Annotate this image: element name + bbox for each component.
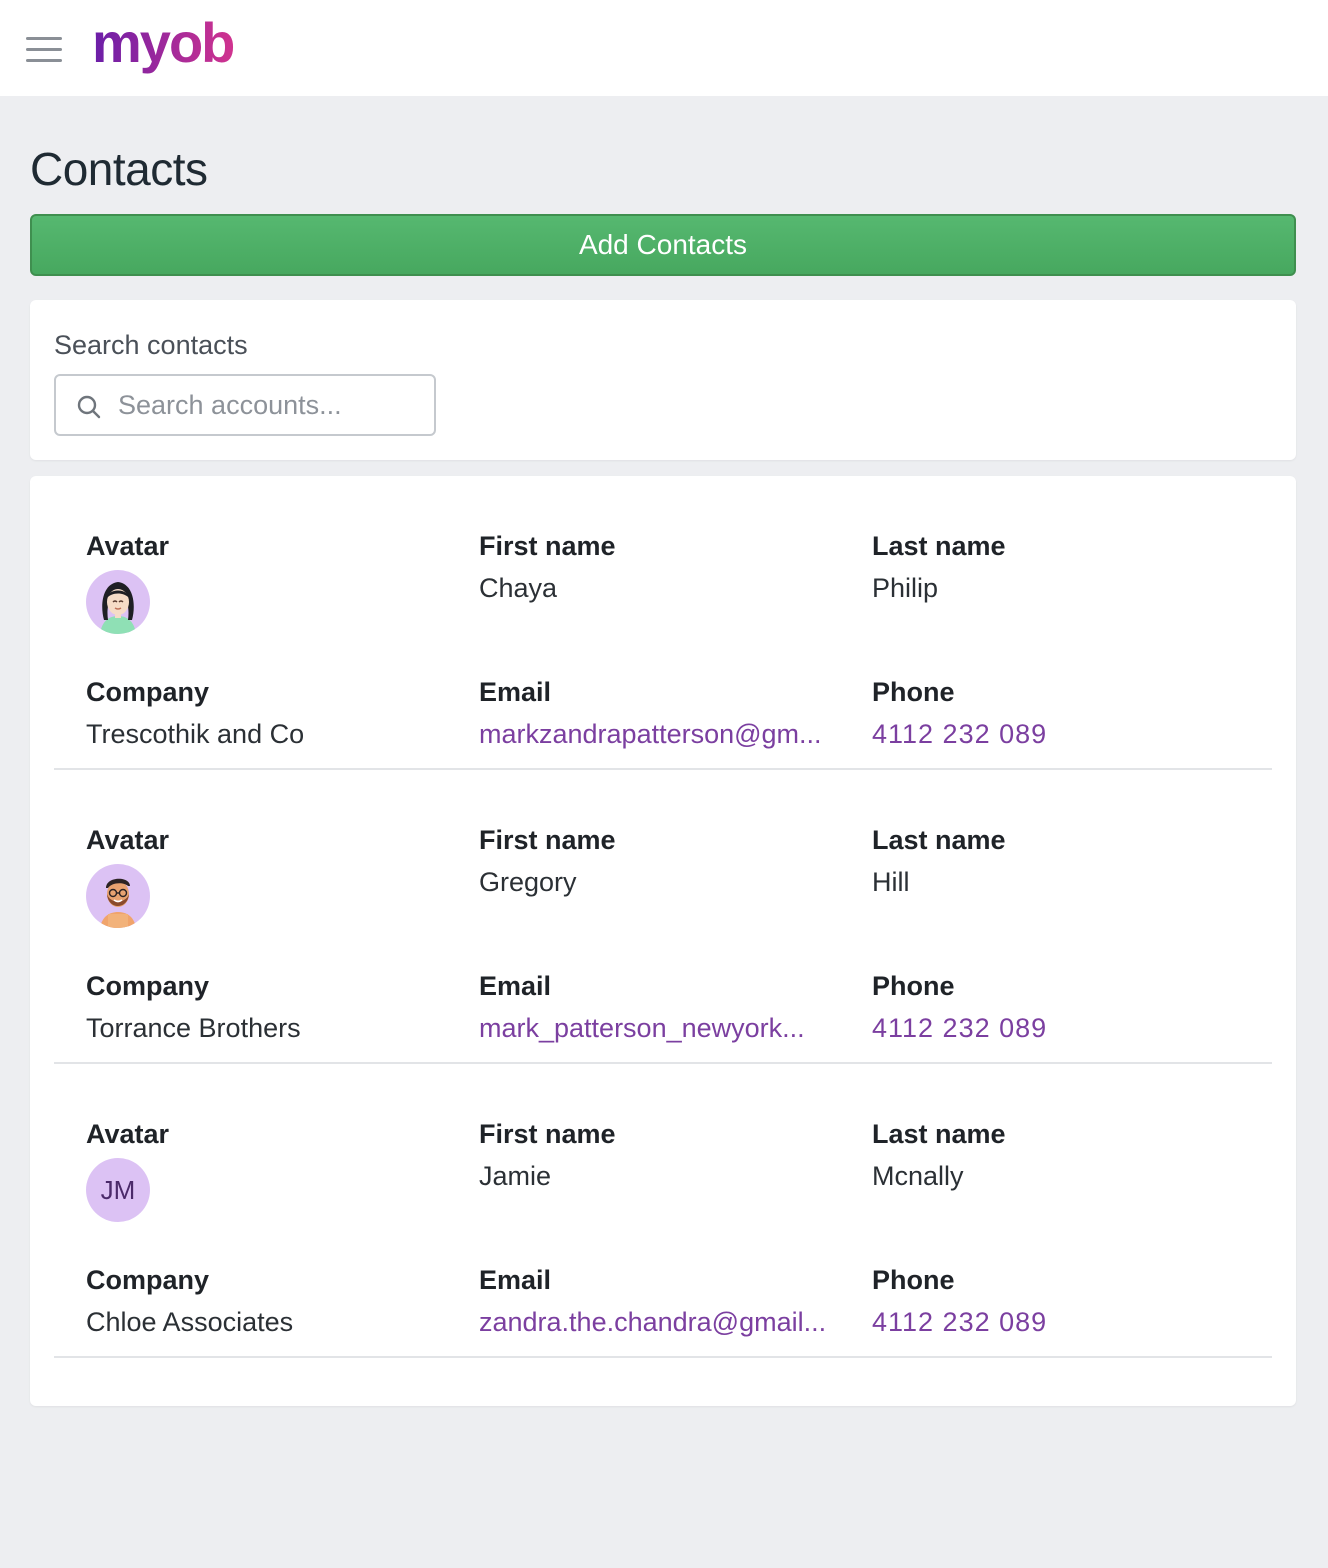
company-value: Chloe Associates bbox=[86, 1307, 294, 1337]
hamburger-menu-icon[interactable] bbox=[26, 37, 62, 63]
last-name-value: Mcnally bbox=[872, 1161, 964, 1191]
phone-label: Phone bbox=[872, 677, 955, 707]
last-name-field: Last name Hill bbox=[872, 822, 1252, 900]
company-label: Company bbox=[86, 971, 210, 1001]
page-title: Contacts bbox=[30, 143, 208, 195]
phone-field: Phone 4112 232 089 bbox=[872, 674, 1252, 752]
last-name-label: Last name bbox=[872, 825, 1006, 855]
avatar-label: Avatar bbox=[86, 825, 170, 855]
first-name-field: First name Jamie bbox=[479, 1116, 859, 1194]
contact-row: Avatar First name Chaya Last name Philip… bbox=[54, 476, 1272, 770]
contacts-list: Avatar First name Chaya Last name Philip… bbox=[30, 476, 1296, 1406]
last-name-label: Last name bbox=[872, 531, 1006, 561]
search-card: Search contacts bbox=[30, 300, 1296, 460]
email-label: Email bbox=[479, 971, 552, 1001]
phone-link[interactable]: 4112 232 089 bbox=[872, 1010, 1242, 1046]
last-name-field: Last name Philip bbox=[872, 528, 1252, 606]
woman-avatar-icon bbox=[86, 570, 150, 634]
company-field: Company Chloe Associates bbox=[86, 1262, 466, 1340]
email-field: Email mark_patterson_newyork... bbox=[479, 968, 859, 1046]
avatar-initials: JM bbox=[100, 1175, 136, 1205]
first-name-label: First name bbox=[479, 1119, 616, 1149]
last-name-field: Last name Mcnally bbox=[872, 1116, 1252, 1194]
email-field: Email zandra.the.chandra@gmail... bbox=[479, 1262, 859, 1340]
initials-avatar: JM bbox=[86, 1158, 150, 1222]
avatar-field: Avatar bbox=[86, 528, 466, 634]
last-name-label: Last name bbox=[872, 1119, 1006, 1149]
email-field: Email markzandrapatterson@gm... bbox=[479, 674, 859, 752]
phone-label: Phone bbox=[872, 1265, 955, 1295]
first-name-label: First name bbox=[479, 531, 616, 561]
myob-logo[interactable]: myob bbox=[92, 14, 242, 80]
email-link[interactable]: zandra.the.chandra@gmail... bbox=[479, 1304, 849, 1340]
first-name-label: First name bbox=[479, 825, 616, 855]
email-label: Email bbox=[479, 677, 552, 707]
search-field[interactable] bbox=[54, 374, 436, 436]
search-label: Search contacts bbox=[54, 330, 248, 360]
email-link[interactable]: mark_patterson_newyork... bbox=[479, 1010, 849, 1046]
last-name-value: Hill bbox=[872, 867, 910, 897]
company-label: Company bbox=[86, 1265, 210, 1295]
phone-label: Phone bbox=[872, 971, 955, 1001]
first-name-value: Gregory bbox=[479, 867, 577, 897]
phone-field: Phone 4112 232 089 bbox=[872, 968, 1252, 1046]
avatar-field: Avatar JM bbox=[86, 1116, 466, 1222]
first-name-field: First name Chaya bbox=[479, 528, 859, 606]
first-name-field: First name Gregory bbox=[479, 822, 859, 900]
svg-text:myob: myob bbox=[92, 14, 233, 74]
contact-row: Avatar JM First name Jamie Last name Mcn… bbox=[54, 1064, 1272, 1358]
company-value: Trescothik and Co bbox=[86, 719, 305, 749]
company-label: Company bbox=[86, 677, 210, 707]
search-icon bbox=[77, 395, 101, 419]
company-field: Company Trescothik and Co bbox=[86, 674, 466, 752]
email-label: Email bbox=[479, 1265, 552, 1295]
contact-row: Avatar First name Gregory Last name Hill… bbox=[54, 770, 1272, 1064]
last-name-value: Philip bbox=[872, 573, 939, 603]
phone-field: Phone 4112 232 089 bbox=[872, 1262, 1252, 1340]
bearded-man-avatar-icon bbox=[86, 864, 150, 928]
first-name-value: Chaya bbox=[479, 573, 558, 603]
add-contacts-button[interactable]: Add Contacts bbox=[30, 214, 1296, 276]
avatar-label: Avatar bbox=[86, 531, 170, 561]
email-link[interactable]: markzandrapatterson@gm... bbox=[479, 716, 849, 752]
phone-link[interactable]: 4112 232 089 bbox=[872, 716, 1242, 752]
search-input[interactable] bbox=[118, 382, 418, 428]
company-value: Torrance Brothers bbox=[86, 1013, 301, 1043]
avatar-label: Avatar bbox=[86, 1119, 170, 1149]
phone-link[interactable]: 4112 232 089 bbox=[872, 1304, 1242, 1340]
top-bar: myob bbox=[0, 0, 1328, 96]
company-field: Company Torrance Brothers bbox=[86, 968, 466, 1046]
avatar-field: Avatar bbox=[86, 822, 466, 928]
first-name-value: Jamie bbox=[479, 1161, 552, 1191]
